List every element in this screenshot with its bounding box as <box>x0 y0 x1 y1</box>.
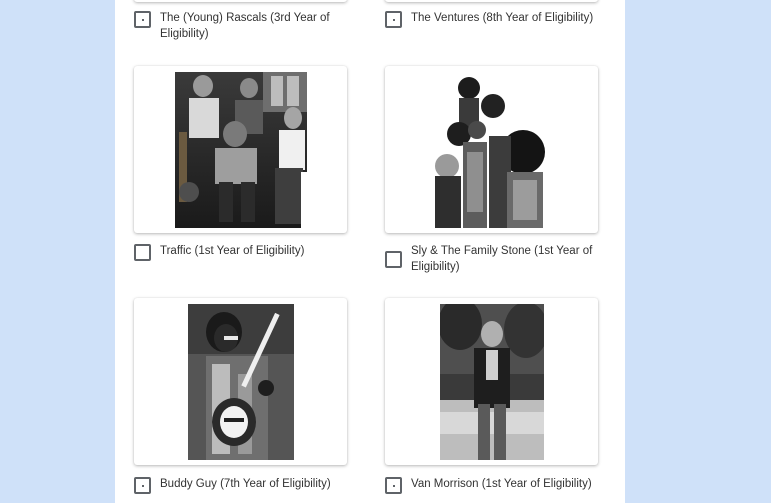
option-traffic[interactable]: Traffic (1st Year of Eligibility) <box>134 243 344 261</box>
choice-card-top-right <box>385 0 598 2</box>
choice-card-van-morrison[interactable] <box>385 298 598 465</box>
checkbox[interactable] <box>134 244 151 261</box>
checkbox[interactable] <box>385 11 402 28</box>
checkbox[interactable] <box>134 477 151 494</box>
option-buddy-guy[interactable]: Buddy Guy (7th Year of Eligibility) <box>134 476 344 494</box>
option-sly-family-stone[interactable]: Sly & The Family Stone (1st Year of Elig… <box>385 243 605 275</box>
choice-card-sly[interactable] <box>385 66 598 233</box>
portrait-photo <box>440 304 544 460</box>
option-label: The (Young) Rascals (3rd Year of Eligibi… <box>160 12 330 40</box>
option-ventures[interactable]: The Ventures (8th Year of Eligibility) <box>385 10 605 28</box>
choice-card-buddy-guy[interactable] <box>134 298 347 465</box>
option-young-rascals[interactable]: The (Young) Rascals (3rd Year of Eligibi… <box>134 10 344 42</box>
option-label: Traffic (1st Year of Eligibility) <box>160 245 305 257</box>
checkbox[interactable] <box>385 477 402 494</box>
option-label: The Ventures (8th Year of Eligibility) <box>411 12 594 24</box>
choice-card-top-left <box>134 0 347 2</box>
checkbox[interactable] <box>385 251 402 268</box>
option-van-morrison[interactable]: Van Morrison (1st Year of Eligibility) <box>385 476 605 494</box>
option-label: Buddy Guy (7th Year of Eligibility) <box>160 478 331 490</box>
option-label: Sly & The Family Stone (1st Year of Elig… <box>411 245 593 273</box>
guitarist-photo <box>188 304 294 460</box>
form-panel: The (Young) Rascals (3rd Year of Eligibi… <box>115 0 625 503</box>
band-photo <box>429 72 551 228</box>
option-label: Van Morrison (1st Year of Eligibility) <box>411 478 592 490</box>
choice-card-traffic[interactable] <box>134 66 347 233</box>
band-photo <box>175 72 307 228</box>
checkbox[interactable] <box>134 11 151 28</box>
